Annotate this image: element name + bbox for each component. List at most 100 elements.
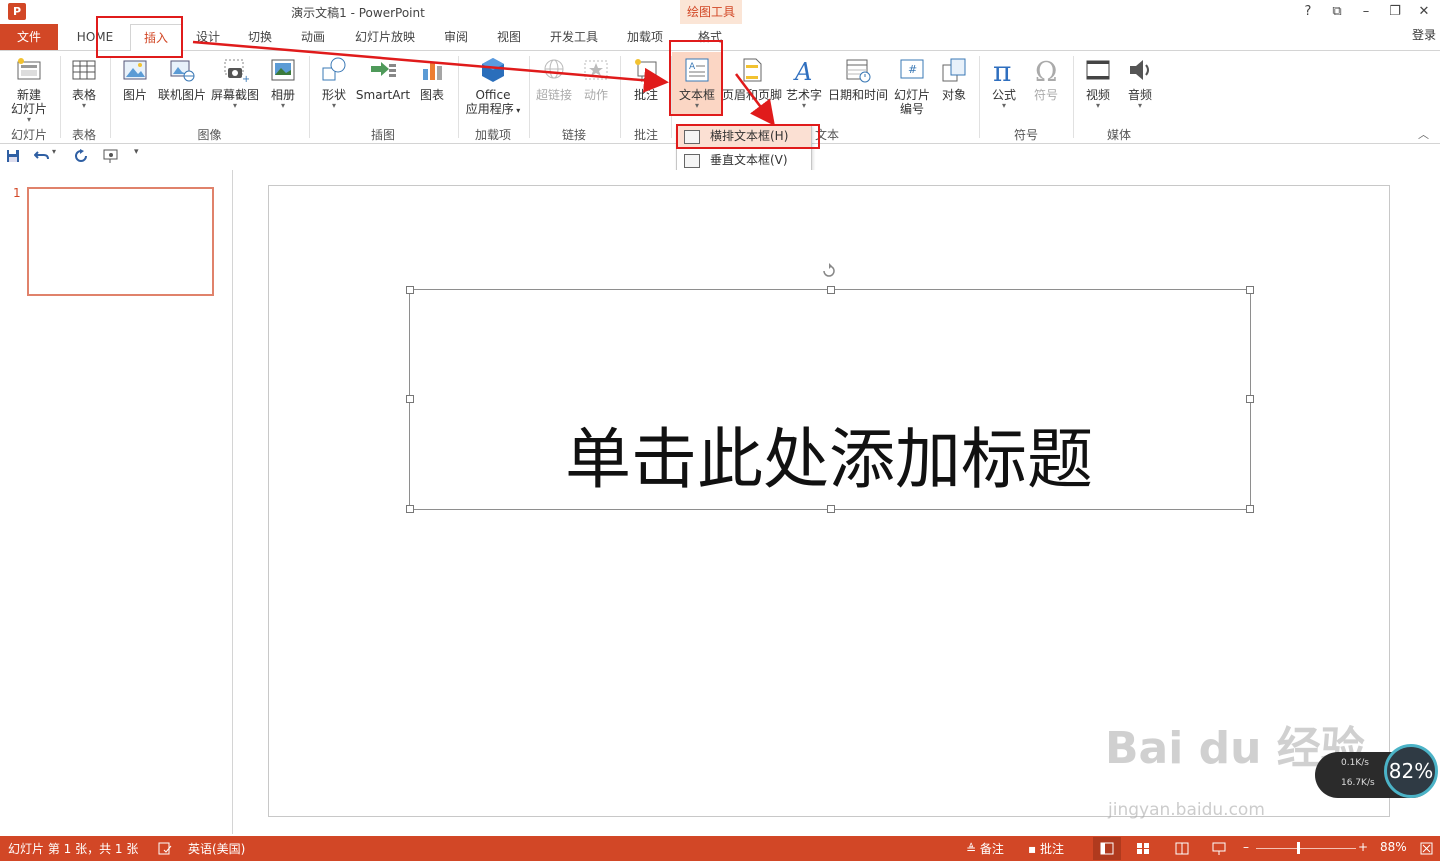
album-label: 相册 xyxy=(270,88,295,102)
zoom-slider-track[interactable] xyxy=(1256,848,1356,849)
tab-design[interactable]: 设计 xyxy=(188,24,228,50)
zoom-out-button[interactable]: – xyxy=(1243,840,1249,854)
wordart-button[interactable]: A 艺术字 ▾ xyxy=(784,56,824,110)
shapes-icon xyxy=(322,57,346,81)
reading-view-icon[interactable] xyxy=(1175,842,1189,855)
comment-icon xyxy=(635,59,657,83)
zoom-slider-thumb[interactable] xyxy=(1297,842,1300,854)
symbol-button[interactable]: Ω 符号 xyxy=(1026,56,1066,102)
pictures-button[interactable]: 图片 xyxy=(116,56,154,102)
collapse-ribbon-icon[interactable]: ︿ xyxy=(1418,126,1429,142)
notes-label: 备注 xyxy=(979,842,1004,856)
tab-file[interactable]: 文件 xyxy=(0,24,58,50)
equation-button[interactable]: π 公式 ▾ xyxy=(984,56,1024,110)
contextual-tab-header: 绘图工具 xyxy=(680,0,742,24)
tab-addins[interactable]: 加载项 xyxy=(622,24,668,50)
photo-album-button[interactable]: 相册 ▾ xyxy=(263,56,303,110)
vertical-textbox-item[interactable]: 垂直文本框(V) xyxy=(677,149,811,172)
annotation-box-insert-tab xyxy=(96,16,183,58)
header-footer-label: 页眉和页脚 xyxy=(722,88,783,102)
group-divider xyxy=(60,56,61,138)
chart-button[interactable]: 图表 xyxy=(414,56,450,102)
repeat-icon[interactable] xyxy=(74,149,88,163)
screenshot-button[interactable]: + 屏幕截图 ▾ xyxy=(209,56,261,110)
slide-sorter-icon[interactable] xyxy=(1136,842,1150,855)
vertical-textbox-label: 垂直文本框(V) xyxy=(710,153,788,167)
group-label-media: 媒体 xyxy=(1106,128,1131,142)
tab-slideshow[interactable]: 幻灯片放映 xyxy=(348,24,422,50)
group-divider xyxy=(110,56,111,138)
language-status[interactable]: 英语(美国) xyxy=(188,840,245,857)
camera-icon: + xyxy=(224,59,249,84)
group-divider xyxy=(309,56,310,138)
video-button[interactable]: 视频 ▾ xyxy=(1078,56,1118,110)
tab-transitions[interactable]: 切换 xyxy=(240,24,280,50)
smartart-button[interactable]: SmartArt xyxy=(354,56,412,102)
normal-view-icon xyxy=(1100,842,1114,855)
resize-handle[interactable] xyxy=(827,505,835,513)
ribbon-display-options-icon[interactable]: ⧉ xyxy=(1325,2,1349,22)
film-icon xyxy=(1086,60,1110,80)
memory-usage-indicator[interactable]: 82% xyxy=(1384,744,1438,798)
tab-developer[interactable]: 开发工具 xyxy=(543,24,605,50)
undo-dropdown-icon[interactable]: ▾ xyxy=(52,147,56,156)
slide-thumbnail[interactable] xyxy=(27,187,214,296)
screenshot-label: 屏幕截图 xyxy=(210,88,259,102)
resize-handle[interactable] xyxy=(1246,286,1254,294)
audio-button[interactable]: 音频 ▾ xyxy=(1120,56,1160,110)
tab-animations[interactable]: 动画 xyxy=(293,24,333,50)
customize-qat-icon[interactable]: ▾ xyxy=(134,147,139,157)
comments-button[interactable]: ▪ 批注 xyxy=(1028,840,1064,857)
restore-icon[interactable]: ❐ xyxy=(1383,2,1407,22)
close-icon[interactable]: ✕ xyxy=(1412,2,1436,22)
office-apps-button[interactable]: Office 应用程序 ▾ xyxy=(462,56,524,118)
online-pictures-button[interactable]: 联机图片 xyxy=(156,56,208,102)
notes-button[interactable]: ≜ 备注 xyxy=(966,840,1004,857)
date-time-button[interactable]: 日期和时间 xyxy=(826,56,890,102)
resize-handle[interactable] xyxy=(1246,505,1254,513)
new-slide-button[interactable]: 新建 幻灯片 ▾ xyxy=(4,56,54,124)
normal-view-button[interactable] xyxy=(1093,837,1121,860)
svg-text:A: A xyxy=(793,58,812,84)
rotate-handle-icon[interactable] xyxy=(821,263,837,279)
tab-review[interactable]: 审阅 xyxy=(436,24,476,50)
shapes-button[interactable]: 形状 ▾ xyxy=(314,56,354,110)
resize-handle[interactable] xyxy=(406,505,414,513)
undo-icon[interactable] xyxy=(34,149,50,163)
object-button[interactable]: 对象 xyxy=(936,56,972,102)
annotation-box-textbox-button xyxy=(669,40,723,116)
group-label-slides: 幻灯片 xyxy=(10,128,47,142)
fit-to-window-icon[interactable] xyxy=(1420,842,1433,855)
save-icon[interactable] xyxy=(6,149,20,163)
picture-icon xyxy=(123,60,147,80)
resize-handle[interactable] xyxy=(406,395,414,403)
slide-number-icon: # xyxy=(900,59,924,79)
start-from-beginning-icon[interactable] xyxy=(103,149,119,163)
zoom-in-button[interactable]: + xyxy=(1358,840,1368,854)
help-icon[interactable]: ? xyxy=(1296,2,1320,22)
title-placeholder-text[interactable]: 单击此处添加标题 xyxy=(409,420,1249,500)
upload-speed: 0.1K/s xyxy=(1341,758,1369,768)
slide-number-button[interactable]: # 幻灯片 编号 xyxy=(892,56,932,116)
action-star-icon xyxy=(584,60,608,80)
group-label-tables: 表格 xyxy=(71,128,96,142)
svg-text:π: π xyxy=(993,56,1011,84)
speaker-icon xyxy=(1130,60,1149,80)
slideshow-icon[interactable] xyxy=(1212,842,1226,855)
chart-label: 图表 xyxy=(419,88,444,102)
header-footer-button[interactable]: 页眉和页脚 xyxy=(722,56,782,102)
action-button[interactable]: 动作 xyxy=(578,56,614,102)
minimize-icon[interactable]: – xyxy=(1354,2,1378,22)
comment-button[interactable]: 批注 xyxy=(626,56,666,102)
resize-handle[interactable] xyxy=(1246,395,1254,403)
spell-check-icon[interactable] xyxy=(158,842,172,855)
hyperlink-button[interactable]: 超链接 xyxy=(534,56,574,102)
zoom-level[interactable]: 88% xyxy=(1380,840,1407,854)
smartart-icon xyxy=(371,62,396,77)
omega-icon: Ω xyxy=(1035,57,1057,84)
resize-handle[interactable] xyxy=(406,286,414,294)
resize-handle[interactable] xyxy=(827,286,835,294)
tab-view[interactable]: 视图 xyxy=(489,24,529,50)
table-button[interactable]: 表格 ▾ xyxy=(64,56,104,110)
calendar-icon xyxy=(846,59,871,83)
